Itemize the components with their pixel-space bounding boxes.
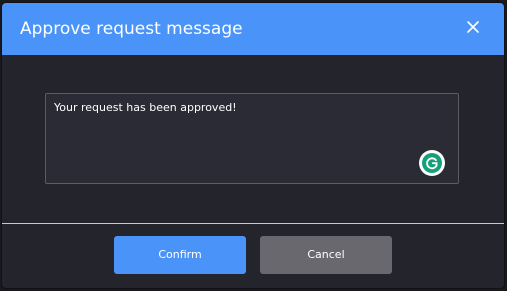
approve-request-dialog: Approve request message Confirm Cancel [2, 3, 504, 288]
message-textarea[interactable] [46, 94, 458, 183]
dialog-header: Approve request message [2, 3, 504, 55]
cancel-button[interactable]: Cancel [260, 236, 392, 274]
grammarly-icon-badge [422, 153, 442, 173]
confirm-button[interactable]: Confirm [114, 236, 246, 274]
grammarly-g-icon [426, 157, 438, 170]
message-field [45, 93, 459, 184]
grammarly-icon[interactable] [419, 150, 445, 176]
footer-divider [2, 223, 504, 224]
close-icon[interactable] [465, 19, 481, 35]
dialog-title: Approve request message [20, 19, 243, 39]
close-icon-graphic [467, 21, 479, 33]
